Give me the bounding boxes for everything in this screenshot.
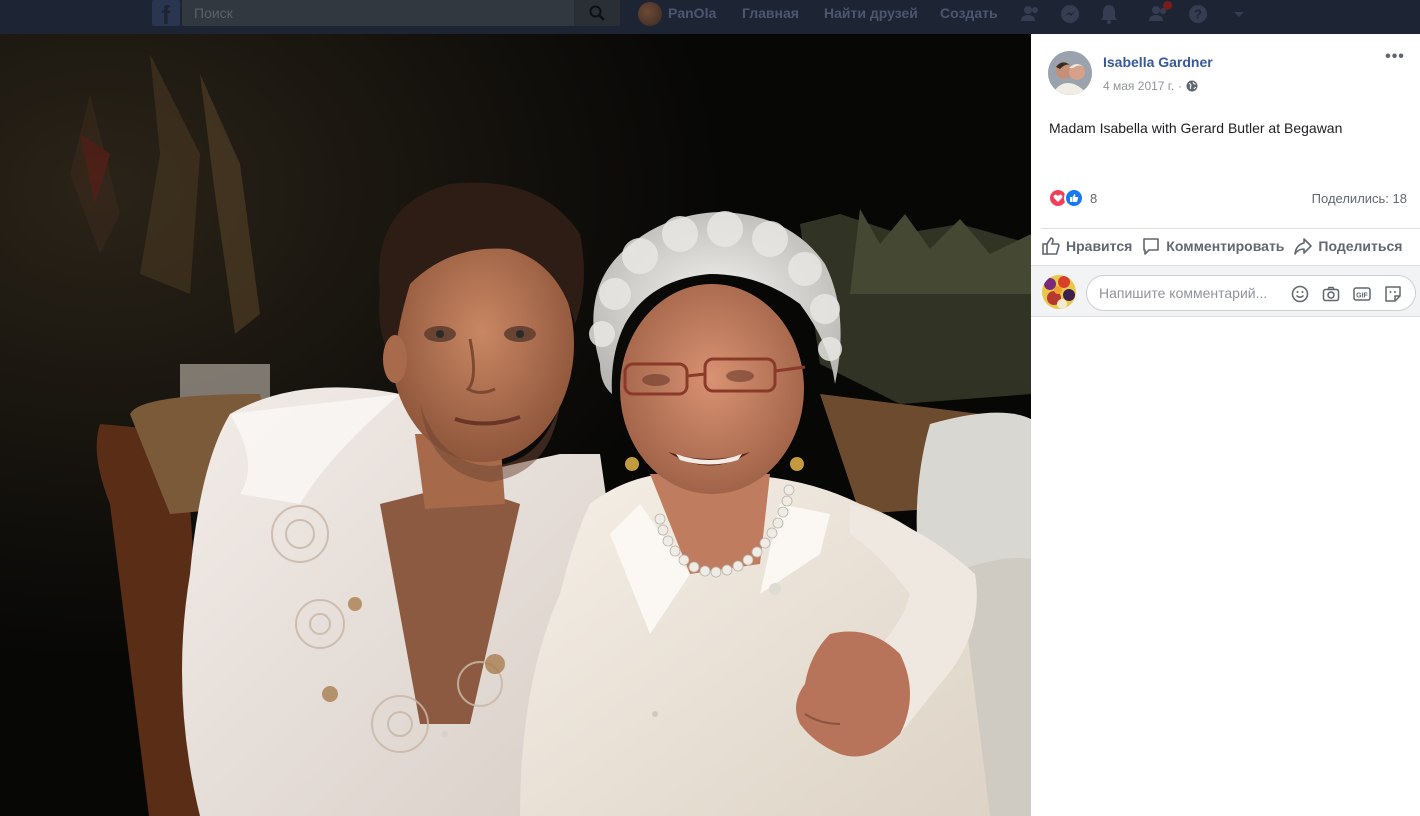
comment-composer: Напишите комментарий... GIF [1031,265,1420,317]
share-button[interactable]: Поделиться [1293,234,1402,258]
reactions-count: 8 [1090,190,1098,206]
search-button[interactable] [574,0,620,26]
nav-home[interactable]: Главная [742,5,799,21]
search-icon [589,5,605,21]
like-label: Нравится [1066,238,1133,254]
emoji-icon[interactable] [1290,284,1310,304]
share-label: Поделиться [1318,238,1403,254]
comment-label: Комментировать [1166,238,1285,254]
search-field[interactable]: Поиск [182,0,574,26]
globe-icon[interactable] [1186,80,1198,92]
gif-icon[interactable]: GIF [1352,284,1372,304]
comment-input[interactable]: Напишите комментарий... GIF [1086,275,1416,311]
photo-image [0,34,1031,816]
user-avatar[interactable] [1042,275,1076,309]
comment-placeholder: Напишите комментарий... [1099,285,1268,301]
like-reaction-icon [1064,188,1084,208]
like-button[interactable]: Нравится [1041,234,1132,258]
profile-link[interactable]: PanOla [668,5,716,21]
help-icon[interactable]: ? [1187,3,1209,25]
camera-icon[interactable] [1321,284,1341,304]
top-navigation-bar: f Поиск PanOla Главная Найти друзей Созд… [0,0,1420,34]
shares-count[interactable]: Поделились: 18 [1312,191,1407,206]
comment-button[interactable]: Комментировать [1141,234,1284,258]
meta-separator: · [1178,79,1183,93]
post-panel: Isabella Gardner 4 мая 2017 г. · ••• Mad… [1031,34,1420,816]
svg-text:GIF: GIF [1356,293,1368,300]
post-text: Madam Isabella with Gerard Butler at Beg… [1049,120,1343,136]
nav-find-friends[interactable]: Найти друзей [824,5,918,21]
reactions-summary[interactable]: 8 [1048,188,1097,208]
nav-create[interactable]: Создать [940,5,998,21]
author-name[interactable]: Isabella Gardner [1103,54,1213,70]
sticker-icon[interactable] [1383,284,1403,304]
post-date[interactable]: 4 мая 2017 г. [1103,79,1174,93]
notification-badge [1163,1,1172,10]
facebook-logo[interactable]: f [152,0,180,26]
author-avatar[interactable] [1048,51,1092,95]
messenger-icon[interactable] [1059,3,1081,25]
share-icon [1294,238,1313,255]
friends-icon[interactable] [1020,3,1042,25]
dropdown-icon[interactable] [1228,3,1250,25]
post-photo[interactable] [0,34,1031,816]
profile-avatar[interactable] [638,2,662,26]
notifications-icon[interactable] [1098,3,1120,25]
svg-text:?: ? [1194,7,1202,22]
more-options-button[interactable]: ••• [1383,48,1407,66]
post-actions: Нравится Комментировать Поделиться [1041,228,1420,258]
comment-icon [1143,238,1160,255]
post-meta: 4 мая 2017 г. · [1103,79,1198,93]
search-input[interactable]: Поиск [194,5,233,21]
like-icon [1042,237,1060,255]
